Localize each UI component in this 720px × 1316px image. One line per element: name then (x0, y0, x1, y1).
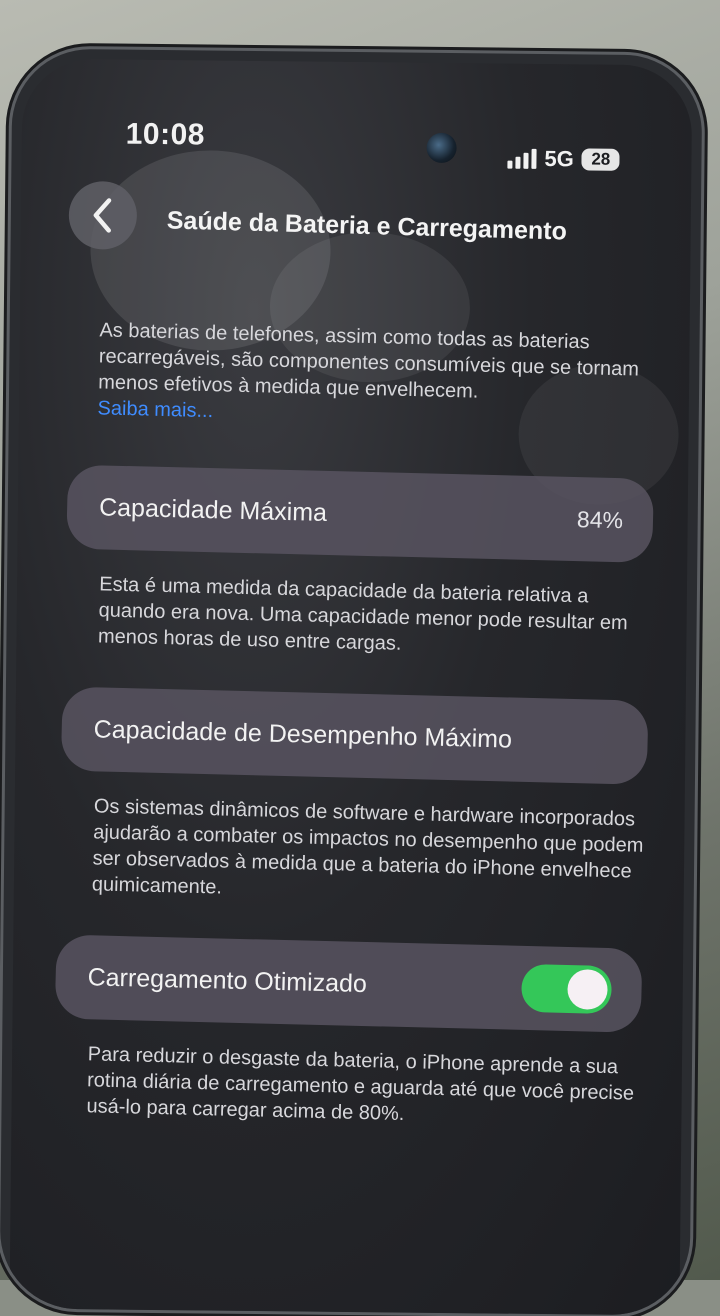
learn-more-link[interactable]: Saiba mais... (97, 395, 213, 424)
optimized-charging-toggle[interactable] (520, 963, 613, 1015)
phone-frame: 10:08 5G 28 Saúde da Bateria e Carregame… (0, 48, 703, 1316)
cellular-signal-icon (507, 148, 537, 169)
toggle-knob (567, 968, 609, 1010)
peak-performance-description: Os sistemas dinâmicos de software e hard… (91, 795, 644, 899)
peak-performance-row: Capacidade de Desempenho Máximo (60, 686, 649, 785)
status-indicators: 5G 28 (507, 146, 620, 173)
max-capacity-value: 84% (576, 505, 624, 533)
chevron-left-icon (93, 198, 112, 233)
network-type: 5G (544, 145, 574, 172)
back-button[interactable] (68, 181, 138, 250)
battery-level-badge: 28 (581, 148, 620, 171)
peak-performance-label: Capacidade de Desempenho Máximo (93, 714, 513, 754)
max-capacity-row: Capacidade Máxima 84% (66, 464, 655, 563)
max-capacity-description: Esta é uma medida da capacidade da bater… (97, 573, 628, 655)
intro-text: As baterias de telefones, assim como tod… (97, 319, 640, 403)
optimized-charging-label: Carregamento Otimizado (87, 962, 368, 998)
optimized-charging-description: Para reduzir o desgaste da bateria, o iP… (86, 1043, 635, 1126)
screen: 10:08 5G 28 Saúde da Bateria e Carregame… (9, 58, 693, 1316)
optimized-charging-row: Carregamento Otimizado (54, 934, 643, 1033)
settings-content: As baterias de telefones, assim como tod… (54, 317, 659, 1132)
front-camera (426, 132, 457, 164)
status-time: 10:08 (125, 117, 206, 152)
max-capacity-label: Capacidade Máxima (98, 492, 328, 527)
